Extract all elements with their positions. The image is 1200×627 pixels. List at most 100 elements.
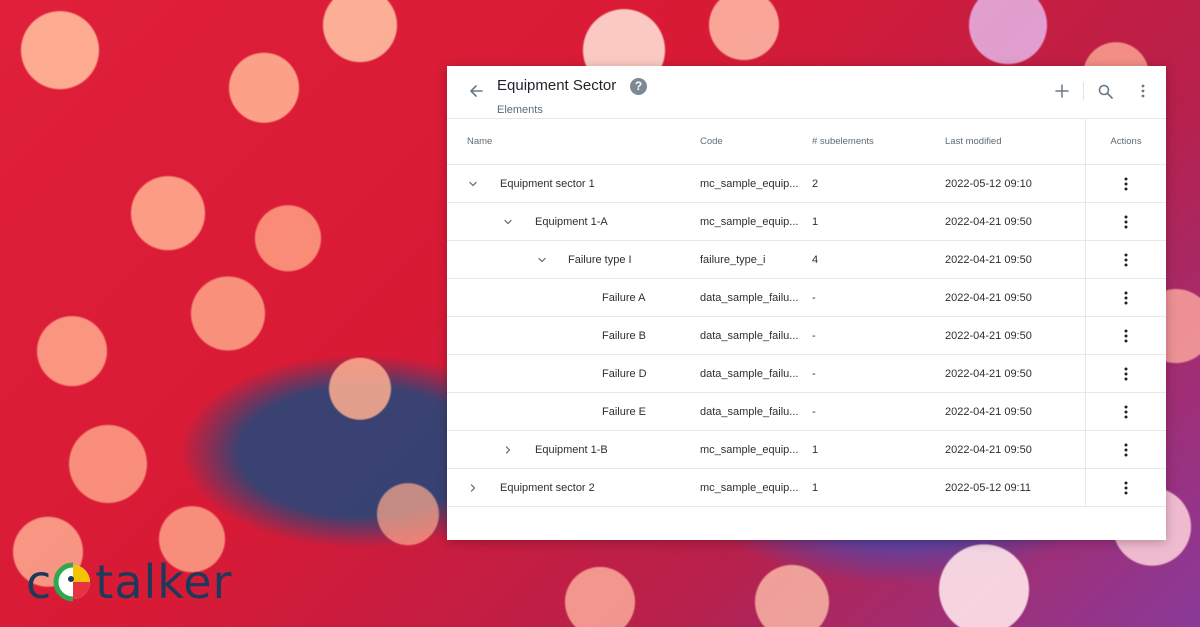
chevron-right-icon	[470, 483, 476, 492]
row-code: mc_sample_equip...	[700, 481, 799, 494]
row-last-modified: 2022-04-21 09:50	[945, 215, 1032, 228]
row-actions	[1085, 393, 1166, 430]
row-actions	[1085, 165, 1166, 202]
more-vertical-icon	[1124, 367, 1128, 380]
row-actions	[1085, 241, 1166, 278]
more-vertical-icon	[1124, 291, 1128, 304]
chevron-down-icon	[469, 181, 477, 186]
logo-mark-icon	[53, 562, 91, 602]
page-title: Equipment Sector	[497, 77, 617, 94]
row-menu-button[interactable]	[1119, 478, 1133, 498]
row-subelements: -	[812, 405, 816, 418]
row-menu-button[interactable]	[1119, 212, 1133, 232]
column-header-subelements[interactable]: # subelements	[812, 136, 945, 147]
row-name: Equipment sector 1	[500, 177, 595, 190]
help-icon[interactable]: ?	[630, 78, 647, 95]
panel-header: Equipment Sector ? Elements	[447, 66, 1166, 119]
row-last-modified: 2022-04-21 09:50	[945, 253, 1032, 266]
cell-name: Equipment 1-A	[447, 203, 679, 240]
table-row[interactable]: Equipment sector 1 mc_sample_equip... 2 202…	[447, 165, 1166, 203]
cell-name: Failure B	[447, 317, 679, 354]
more-options-button[interactable]	[1130, 79, 1156, 103]
arrow-left-icon	[470, 85, 483, 97]
row-name: Failure type I	[568, 253, 632, 266]
more-vertical-icon	[1124, 405, 1128, 418]
collapse-toggle[interactable]	[467, 178, 479, 190]
column-header-code[interactable]: Code	[679, 136, 812, 147]
more-vertical-icon	[1124, 481, 1128, 494]
more-vertical-icon	[1124, 177, 1128, 190]
row-code: data_sample_failu...	[700, 367, 799, 380]
row-name: Equipment 1-B	[535, 443, 608, 456]
row-menu-button[interactable]	[1119, 326, 1133, 346]
expand-toggle[interactable]	[467, 482, 479, 494]
cell-name: Equipment 1-B	[447, 431, 679, 468]
row-name: Equipment 1-A	[535, 215, 608, 228]
row-actions	[1085, 317, 1166, 354]
chevron-down-icon	[504, 219, 512, 224]
more-vertical-icon	[1124, 215, 1128, 228]
back-button[interactable]	[465, 80, 487, 102]
column-header-name[interactable]: Name	[447, 119, 679, 164]
cell-name: Failure A	[447, 279, 679, 316]
row-actions	[1085, 431, 1166, 468]
table-row[interactable]: Failure A data_sample_failu... - 2022-04-21…	[447, 279, 1166, 317]
table-row[interactable]: Failure E data_sample_failu... - 2022-04-21…	[447, 393, 1166, 431]
add-button[interactable]	[1049, 79, 1075, 103]
row-name: Failure B	[602, 329, 647, 342]
row-last-modified: 2022-05-12 09:10	[945, 177, 1032, 190]
row-last-modified: 2022-04-21 09:50	[945, 443, 1032, 456]
row-code: data_sample_failu...	[700, 405, 799, 418]
logo-text-start: c	[26, 555, 52, 609]
row-menu-button[interactable]	[1119, 440, 1133, 460]
table-row[interactable]: Equipment 1-B mc_sample_equip... 1 2022-04-…	[447, 431, 1166, 469]
table-body: Equipment sector 1 mc_sample_equip... 2 202…	[447, 165, 1166, 507]
chevron-down-icon	[538, 257, 546, 262]
row-subelements: 4	[812, 253, 819, 266]
cell-name: Failure D	[447, 355, 679, 392]
table-row[interactable]: Equipment sector 2 mc_sample_equip... 1 202…	[447, 469, 1166, 507]
row-last-modified: 2022-04-21 09:50	[945, 329, 1032, 342]
row-code: data_sample_failu...	[700, 291, 799, 304]
row-subelements: -	[812, 329, 816, 342]
search-button[interactable]	[1092, 79, 1118, 103]
collapse-toggle[interactable]	[502, 216, 514, 228]
expand-toggle[interactable]	[502, 444, 514, 456]
row-code: failure_type_i	[700, 253, 766, 266]
cell-name: Equipment sector 2	[447, 469, 679, 506]
row-name: Failure A	[602, 291, 646, 304]
table-row[interactable]: Failure B data_sample_failu... - 2022-04-21…	[447, 317, 1166, 355]
column-header-actions: Actions	[1085, 119, 1166, 164]
more-vertical-icon	[1124, 443, 1128, 456]
row-code: mc_sample_equip...	[700, 443, 799, 456]
table-row[interactable]: Failure D data_sample_failu... - 2022-04-21…	[447, 355, 1166, 393]
row-name: Failure E	[602, 405, 647, 418]
table-row[interactable]: Failure type I failure_type_i 4 2022-04-21 …	[447, 241, 1166, 279]
row-last-modified: 2022-04-21 09:50	[945, 291, 1032, 304]
header-actions	[1049, 79, 1156, 103]
cotalker-logo: c talker	[26, 556, 233, 608]
collapse-toggle[interactable]	[536, 254, 548, 266]
row-menu-button[interactable]	[1119, 288, 1133, 308]
row-code: mc_sample_equip...	[700, 177, 799, 190]
row-subelements: 1	[812, 481, 819, 494]
row-actions	[1085, 203, 1166, 240]
row-last-modified: 2022-04-21 09:50	[945, 405, 1032, 418]
table-header: Name Code # subelements Last modified Ac…	[447, 119, 1166, 165]
more-vertical-icon	[1141, 84, 1145, 98]
row-code: mc_sample_equip...	[700, 215, 799, 228]
row-subelements: -	[812, 291, 816, 304]
row-actions	[1085, 355, 1166, 392]
column-header-last-modified[interactable]: Last modified	[945, 136, 1085, 147]
table-row[interactable]: Equipment 1-A mc_sample_equip... 1 2022-04-…	[447, 203, 1166, 241]
row-subelements: 2	[812, 177, 819, 190]
row-actions	[1085, 469, 1166, 506]
row-menu-button[interactable]	[1119, 364, 1133, 384]
row-name: Failure D	[602, 367, 647, 380]
more-vertical-icon	[1124, 253, 1128, 266]
row-menu-button[interactable]	[1119, 402, 1133, 422]
row-name: Equipment sector 2	[500, 481, 595, 494]
page-subtitle: Elements	[497, 104, 543, 116]
row-menu-button[interactable]	[1119, 250, 1133, 270]
row-menu-button[interactable]	[1119, 174, 1133, 194]
